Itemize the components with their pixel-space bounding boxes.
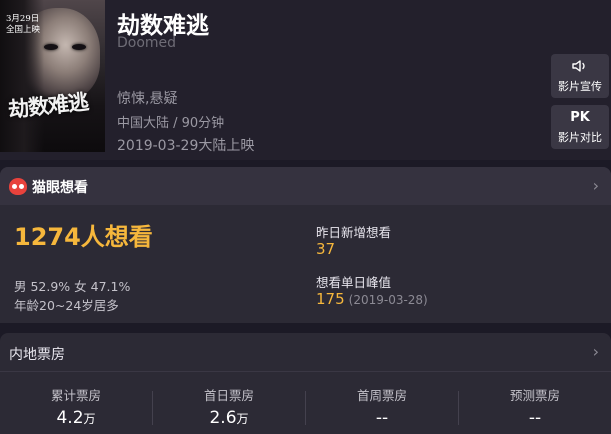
pk-icon: PK <box>570 110 590 125</box>
chevron-right-icon[interactable]: › <box>593 342 599 361</box>
movie-release-date: 2019-03-29大陆上映 <box>117 138 255 154</box>
speaker-icon <box>551 59 609 75</box>
box-office-number: -- <box>375 408 389 428</box>
peak-want-date: (2019-03-28) <box>348 293 428 307</box>
new-want-value: 37 <box>316 240 336 258</box>
chevron-right-icon[interactable]: › <box>593 176 599 195</box>
box-office-label: 预测票房 <box>509 388 560 403</box>
want-panel-title: 猫眼想看 <box>32 180 88 196</box>
box-office-first-day: 首日票房 2.6万 <box>153 385 305 428</box>
age-distribution: 年龄20~24岁居多 <box>14 298 119 313</box>
new-want-label: 昨日新增想看 <box>316 225 392 240</box>
box-office-value: 4.2万 <box>0 408 152 428</box>
pk-compare-button[interactable]: PK 影片对比 <box>551 105 609 149</box>
poster-eye-right <box>72 44 86 50</box>
peak-want-label: 想看单日峰值 <box>316 275 392 290</box>
box-office-total: 累计票房 4.2万 <box>0 385 152 428</box>
total-want-count: 1274人想看 <box>14 223 153 251</box>
gender-ratio: 男 52.9% 女 47.1% <box>14 279 131 294</box>
promo-button[interactable]: 影片宣传 <box>551 54 609 98</box>
pk-button-label: 影片对比 <box>558 131 602 144</box>
want-panel-header[interactable]: 猫眼想看 › <box>0 167 611 205</box>
poster-eye-left <box>44 44 58 50</box>
movie-header: 3月29日 全国上映 劫数难逃 劫数难逃 Doomed 惊悚,悬疑 中国大陆 /… <box>0 0 611 160</box>
box-office-panel[interactable]: 内地票房 › 累计票房 4.2万 首日票房 2.6万 首周票房 -- 预测票房 … <box>0 333 611 434</box>
box-office-forecast: 预测票房 -- <box>459 385 611 428</box>
box-office-value: -- <box>306 408 458 428</box>
movie-genre: 惊悚,悬疑 <box>117 91 178 107</box>
box-office-unit: 万 <box>83 412 96 426</box>
maoyan-cat-icon <box>9 178 27 195</box>
box-office-label: 首日票房 <box>203 388 254 403</box>
box-office-label: 累计票房 <box>50 388 101 403</box>
box-office-value: 2.6万 <box>153 408 305 428</box>
box-office-unit: 万 <box>236 412 249 426</box>
box-office-number: -- <box>528 408 542 428</box>
movie-poster[interactable]: 3月29日 全国上映 劫数难逃 <box>0 0 105 152</box>
peak-want-value: 175 <box>316 290 345 308</box>
poster-date-note: 3月29日 全国上映 <box>6 14 41 35</box>
movie-region-duration: 中国大陆 / 90分钟 <box>117 116 225 131</box>
want-to-watch-panel: 猫眼想看 › 1274人想看 男 52.9% 女 47.1% 年龄20~24岁居… <box>0 167 611 323</box>
box-office-title: 内地票房 <box>9 347 65 363</box>
box-office-label: 首周票房 <box>356 388 407 403</box>
promo-button-label: 影片宣传 <box>558 80 602 93</box>
divider <box>0 371 611 372</box>
box-office-first-week: 首周票房 -- <box>306 385 458 428</box>
movie-english-title: Doomed <box>117 35 177 51</box>
box-office-value: -- <box>459 408 611 428</box>
box-office-number: 4.2 <box>56 408 84 428</box>
peak-want-stat: 175 (2019-03-28) <box>316 290 428 308</box>
box-office-number: 2.6 <box>209 408 237 428</box>
